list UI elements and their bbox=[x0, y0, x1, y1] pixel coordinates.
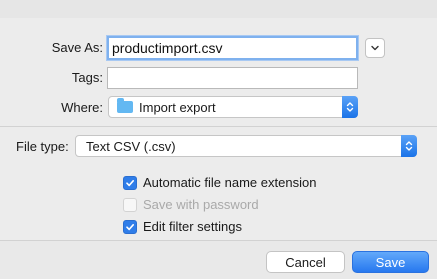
tags-input[interactable] bbox=[107, 67, 358, 89]
checkbox-empty-icon bbox=[123, 197, 137, 212]
checkbox-edit-filter-settings[interactable]: Edit filter settings bbox=[123, 219, 242, 234]
where-label: Where: bbox=[61, 100, 103, 115]
tags-label: Tags: bbox=[71, 70, 103, 85]
popup-arrows-icon bbox=[401, 135, 417, 157]
file-type-label: File type: bbox=[16, 139, 69, 154]
checkbox-label: Save with password bbox=[143, 197, 259, 212]
cancel-button[interactable]: Cancel bbox=[266, 251, 345, 273]
title-bar-strip bbox=[0, 0, 437, 18]
where-value: Import export bbox=[139, 99, 216, 115]
popup-arrows-icon bbox=[342, 96, 358, 118]
expand-dialog-button[interactable] bbox=[365, 38, 385, 58]
save-as-label: Save As: bbox=[51, 40, 103, 55]
checkmark-icon[interactable] bbox=[123, 175, 137, 190]
checkbox-auto-extension[interactable]: Automatic file name extension bbox=[123, 175, 316, 190]
checkbox-label: Automatic file name extension bbox=[143, 175, 317, 190]
file-type-value: Text CSV (.csv) bbox=[86, 138, 176, 154]
folder-icon bbox=[117, 98, 133, 113]
chevron-down-icon bbox=[371, 45, 379, 51]
file-type-popup[interactable]: Text CSV (.csv) bbox=[75, 135, 417, 157]
checkbox-save-with-password: Save with password bbox=[123, 197, 259, 212]
checkmark-icon[interactable] bbox=[123, 219, 137, 234]
save-button[interactable]: Save bbox=[352, 251, 429, 273]
checkbox-label: Edit filter settings bbox=[143, 219, 242, 234]
save-as-input[interactable]: productimport.csv bbox=[107, 36, 358, 60]
where-popup[interactable]: Import export bbox=[108, 96, 358, 118]
section-divider bbox=[0, 126, 437, 127]
